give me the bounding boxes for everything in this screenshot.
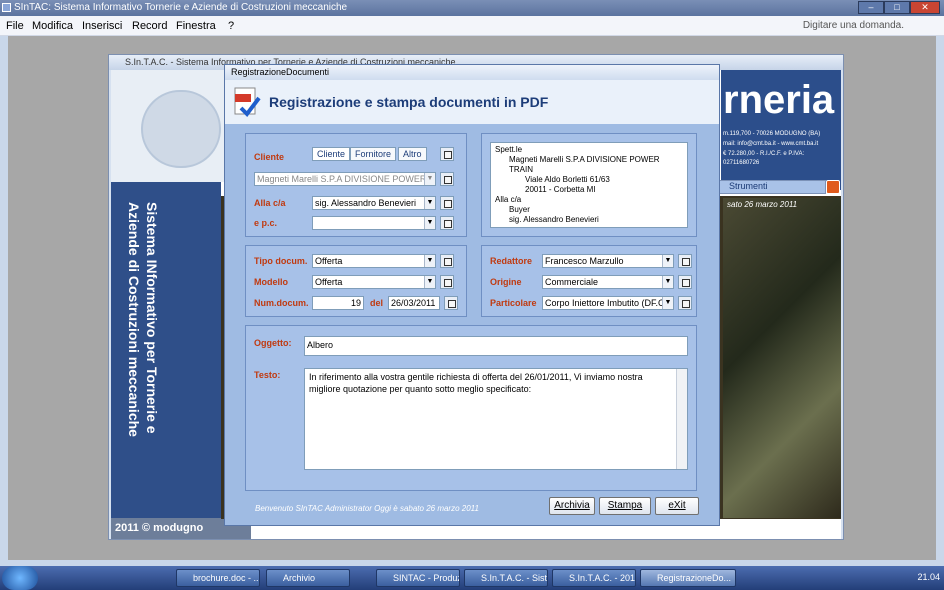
tab-altro[interactable]: Altro (398, 147, 427, 161)
oggetto-field[interactable]: Albero (304, 336, 688, 356)
photo-date-caption: sato 26 marzo 2011 (727, 200, 798, 209)
dialog-title: RegistrazioneDocumenti (225, 65, 719, 80)
sidebar-vertical-text: Sistema INformativo per Tornerie e Azien… (126, 202, 160, 437)
minimize-button[interactable]: – (858, 1, 884, 14)
testo-label: Testo: (254, 370, 281, 380)
archivia-button[interactable]: Archivia (549, 497, 595, 515)
menu-record[interactable]: Record (132, 20, 167, 32)
testo-scrollbar[interactable] (676, 369, 687, 469)
clock[interactable]: 21.04 (917, 572, 940, 582)
tipo-docum-label: Tipo docum. (254, 256, 308, 266)
dialog-header: Registrazione e stampa documenti in PDF (225, 80, 719, 124)
cliente-panel: Cliente Cliente Fornitore Altro Magneti … (245, 133, 467, 237)
origine-lookup-icon[interactable] (678, 275, 692, 289)
menu-inserisci[interactable]: Inserisci (82, 20, 122, 32)
menu-finestra[interactable]: Finestra (176, 20, 216, 32)
origine-label: Origine (490, 277, 522, 287)
company-address: m.119,700 - 70026 MODUGNO (BA) (723, 131, 821, 137)
testo-panel: Oggetto: Albero Testo: In riferimento al… (245, 325, 697, 491)
meta-panel: Redattore Francesco Marzullo ▼ Origine Co… (481, 245, 697, 317)
documento-panel: Tipo docum. Offerta ▼ Modello Offerta ▼ Nu… (245, 245, 467, 317)
cliente-combo[interactable]: Magneti Marelli S.P.A DIVISIONE POWER T ▼ (254, 172, 436, 186)
particolare-label: Particolare (490, 298, 537, 308)
cliente-label: Cliente (254, 152, 285, 162)
ask-question-box[interactable]: Digitare una domanda. (803, 20, 904, 31)
stampa-button[interactable]: Stampa (599, 497, 651, 515)
particolare-lookup-icon[interactable] (678, 296, 692, 310)
task-sintac-2011[interactable]: S.In.T.A.C. - 2011... (552, 569, 636, 587)
power-icon[interactable] (826, 180, 840, 194)
alla-combo[interactable]: sig. Alessandro Benevieri ▼ (312, 196, 436, 210)
menu-file[interactable]: File (6, 20, 24, 32)
task-brochure[interactable]: brochure.doc - ... (176, 569, 260, 587)
taskbar: brochure.doc - ... Archivio SINTAC - Pro… (0, 566, 944, 590)
ep-lookup-icon[interactable] (440, 216, 454, 230)
close-button[interactable]: ✕ (910, 1, 940, 14)
task-sintac-siste[interactable]: S.In.T.A.C. - Siste... (464, 569, 548, 587)
menu-modifica[interactable]: Modifica (32, 20, 73, 32)
chevron-down-icon: ▼ (424, 276, 435, 288)
factory-photo (723, 198, 841, 518)
app-icon (2, 3, 11, 12)
strumenti-button[interactable]: Strumenti (716, 180, 826, 194)
tab-cliente[interactable]: Cliente (312, 147, 351, 161)
tab-fornitore[interactable]: Fornitore (350, 147, 397, 161)
menu-help[interactable]: ? (228, 20, 234, 32)
company-vat: € 72.280,00 - R.I./C.F. e P.IVA: 0271168… (723, 151, 805, 166)
num-docum-label: Num.docum. (254, 298, 309, 308)
chevron-down-icon: ▼ (662, 297, 673, 309)
num-docum-field[interactable]: 19 (312, 296, 364, 310)
cliente-lookup-icon[interactable] (440, 172, 454, 186)
calendar-icon[interactable] (444, 296, 458, 310)
redattore-label: Redattore (490, 256, 533, 266)
maximize-button[interactable]: □ (884, 1, 910, 14)
redattore-lookup-icon[interactable] (678, 254, 692, 268)
oggetto-label: Oggetto: (254, 338, 292, 348)
testo-textarea[interactable]: In riferimento alla vostra gentile richi… (304, 368, 688, 470)
address-panel: Spett.le Magneti Marelli S.P.A DIVISIONE… (481, 133, 697, 237)
tipo-docum-combo[interactable]: Offerta ▼ (312, 254, 436, 268)
task-archivio[interactable]: Archivio (266, 569, 350, 587)
exit-button[interactable]: eXit (655, 497, 699, 515)
chevron-down-icon: ▼ (662, 276, 673, 288)
alla-label: Alla c/a (254, 198, 286, 208)
undo-icon[interactable] (440, 147, 454, 161)
chevron-down-icon: ▼ (424, 217, 435, 229)
address-box: Spett.le Magneti Marelli S.P.A DIVISIONE… (490, 142, 688, 228)
redattore-combo[interactable]: Francesco Marzullo ▼ (542, 254, 674, 268)
date-field[interactable]: 26/03/2011 (388, 296, 440, 310)
welcome-footer: Benvenuto SInTAC Administrator Oggi è sa… (255, 504, 479, 513)
del-label: del (370, 298, 384, 308)
start-button[interactable] (2, 566, 38, 590)
modello-lookup-icon[interactable] (440, 275, 454, 289)
company-header: rneria m.119,700 - 70026 MODUGNO (BA) ma… (721, 70, 841, 190)
ep-label: e p.c. (254, 218, 278, 228)
chevron-down-icon: ▼ (424, 255, 435, 267)
chevron-down-icon: ▼ (424, 197, 435, 209)
tipo-lookup-icon[interactable] (440, 254, 454, 268)
chevron-down-icon: ▼ (424, 173, 435, 185)
ep-combo[interactable]: ▼ (312, 216, 436, 230)
task-sintac-produz[interactable]: SINTAC - Produz... (376, 569, 460, 587)
sidebar-banner: Sistema INformativo per Tornerie e Azien… (111, 182, 221, 518)
app-title: SInTAC: Sistema Informativo Tornerie e A… (14, 2, 348, 13)
modello-combo[interactable]: Offerta ▼ (312, 275, 436, 289)
company-mail: mail: info@cmt.ba.it - www.cmt.ba.it (723, 141, 819, 147)
pdf-icon (234, 87, 261, 118)
chevron-down-icon: ▼ (662, 255, 673, 267)
company-name: rneria (723, 78, 835, 122)
registrazione-dialog: RegistrazioneDocumenti Registrazione e s… (224, 64, 720, 526)
particolare-combo[interactable]: Corpo Iniettore Imbutito (DF.C ▼ (542, 296, 674, 310)
origine-combo[interactable]: Commerciale ▼ (542, 275, 674, 289)
modello-label: Modello (254, 277, 288, 287)
task-registrazione[interactable]: RegistrazioneDo... (640, 569, 736, 587)
dialog-heading: Registrazione e stampa documenti in PDF (269, 94, 549, 110)
app-titlebar: SInTAC: Sistema Informativo Tornerie e A… (0, 0, 944, 16)
menu-bar: File Modifica Inserisci Record Finestra … (0, 16, 944, 36)
alla-lookup-icon[interactable] (440, 196, 454, 210)
